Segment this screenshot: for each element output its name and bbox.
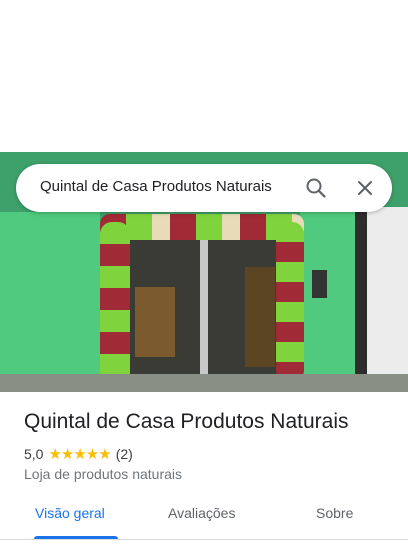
review-count[interactable]: (2) bbox=[116, 446, 133, 462]
green-wall-right bbox=[300, 212, 362, 392]
search-bar[interactable]: Quintal de Casa Produtos Naturais bbox=[16, 164, 392, 212]
search-input[interactable]: Quintal de Casa Produtos Naturais bbox=[40, 178, 272, 195]
place-category[interactable]: Loja de produtos naturais bbox=[24, 466, 182, 482]
balloon-arch-top bbox=[100, 214, 304, 240]
green-wall-left bbox=[0, 212, 100, 392]
place-title: Quintal de Casa Produtos Naturais bbox=[24, 410, 349, 433]
star-rating-icon: ★★★★★ bbox=[48, 446, 111, 463]
rating-row[interactable]: 5,0 ★★★★★ (2) bbox=[24, 445, 133, 463]
balloon-column-right bbox=[276, 222, 304, 382]
tab-overview[interactable]: Visão geral bbox=[35, 505, 105, 521]
store-shelf-left bbox=[135, 287, 175, 357]
close-icon[interactable] bbox=[353, 176, 377, 200]
search-icon[interactable] bbox=[304, 176, 328, 200]
sidewalk bbox=[0, 374, 408, 392]
door-frame bbox=[200, 232, 208, 387]
rating-value: 5,0 bbox=[24, 446, 44, 462]
dark-pillar bbox=[355, 202, 367, 392]
wall-sign bbox=[312, 270, 327, 298]
white-wall bbox=[360, 207, 408, 392]
balloon-column-left bbox=[100, 222, 130, 387]
tab-about[interactable]: Sobre bbox=[316, 505, 353, 521]
tab-reviews[interactable]: Avaliações bbox=[168, 505, 235, 521]
tabs-divider bbox=[0, 539, 408, 540]
store-shelf-right bbox=[245, 267, 275, 367]
